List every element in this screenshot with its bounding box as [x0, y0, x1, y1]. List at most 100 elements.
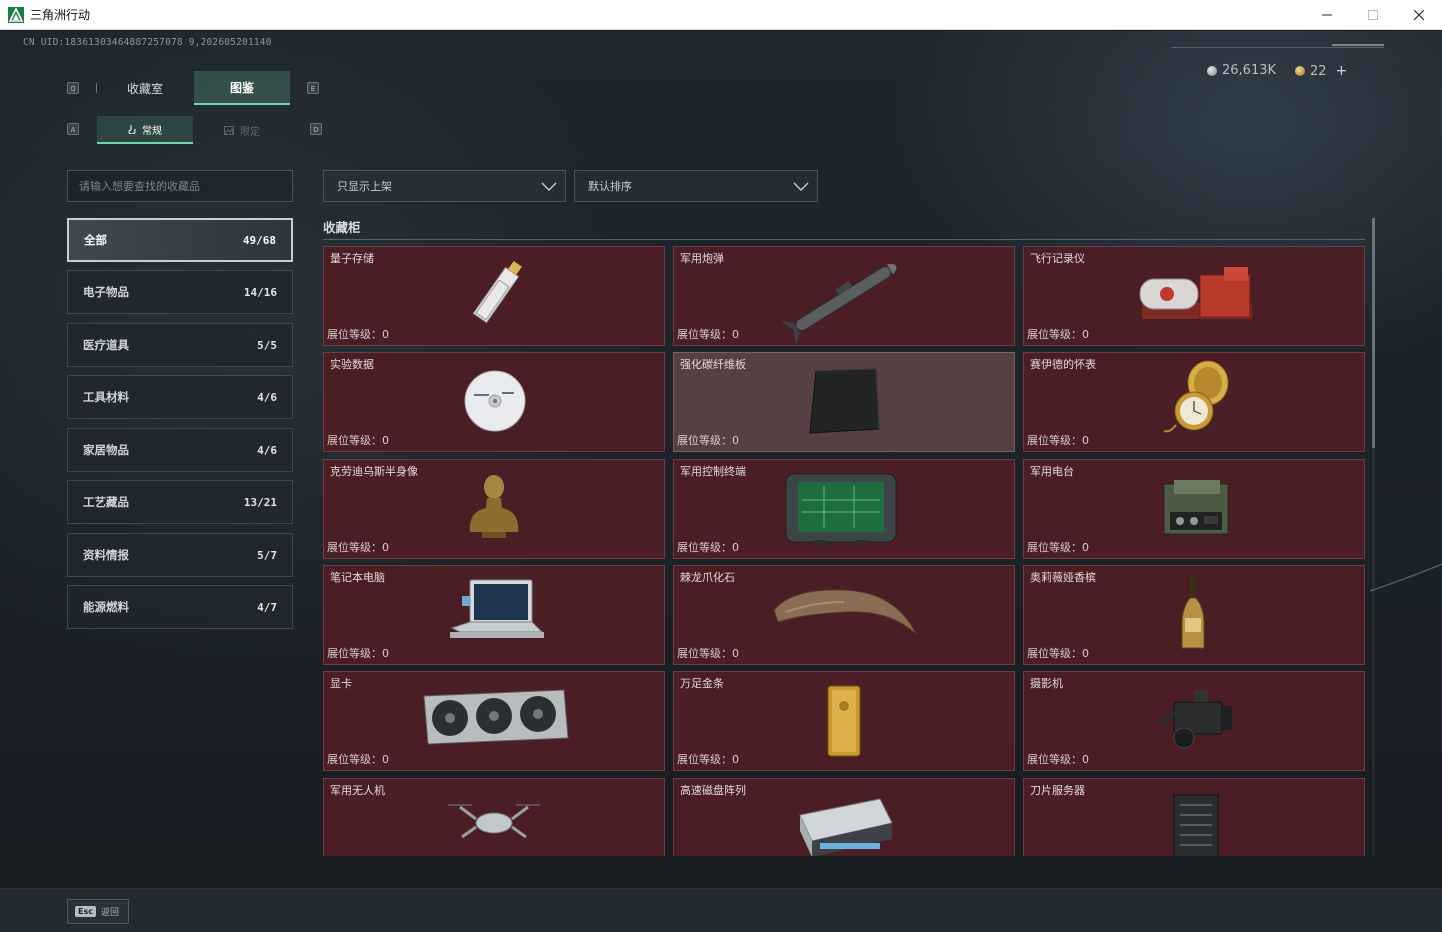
- item-name: 高速磁盘阵列: [680, 784, 746, 797]
- category-crafts[interactable]: 工艺藏品 13/21: [67, 480, 293, 524]
- item-card[interactable]: 高速磁盘阵列: [673, 778, 1015, 856]
- category-count: 13/21: [243, 495, 277, 509]
- silver-coin-icon: [1207, 65, 1217, 76]
- subtab-limited-label: 限定: [240, 126, 260, 138]
- scrollbar-thumb[interactable]: [1372, 218, 1375, 448]
- sort-value: 默认排序: [588, 180, 632, 193]
- sort-dropdown[interactable]: 默认排序: [574, 170, 818, 202]
- item-level: 展位等级：0: [1027, 541, 1089, 554]
- item-level: 展位等级：0: [677, 647, 739, 660]
- background-light-streak: [1369, 563, 1442, 592]
- item-name: 实验数据: [330, 358, 374, 371]
- item-card[interactable]: 刀片服务器: [1023, 778, 1365, 856]
- item-name: 量子存储: [330, 252, 374, 265]
- item-card[interactable]: 强化碳纤维板 展位等级：0: [673, 352, 1015, 452]
- item-card[interactable]: 棘龙爪化石 展位等级：0: [673, 565, 1015, 665]
- item-level: 展位等级：0: [327, 541, 389, 554]
- tab-next-key-hint: E: [307, 82, 319, 94]
- category-label: 全部: [84, 233, 107, 247]
- item-level: 展位等级：0: [677, 328, 739, 341]
- item-level: 展位等级：0: [327, 328, 389, 341]
- category-count: 4/7: [257, 600, 277, 614]
- category-count: 14/16: [243, 285, 277, 299]
- category-household[interactable]: 家居物品 4/6: [67, 428, 293, 472]
- search-input[interactable]: [67, 170, 293, 202]
- item-name: 飞行记录仪: [1030, 252, 1085, 265]
- item-name: 棘龙爪化石: [680, 571, 735, 584]
- item-name: 摄影机: [1030, 677, 1063, 690]
- category-intel[interactable]: 资料情报 5/7: [67, 533, 293, 577]
- hand-icon: [128, 125, 136, 134]
- minimize-button[interactable]: [1304, 0, 1350, 30]
- header-divider-accent: [1332, 44, 1384, 46]
- category-count: 5/7: [257, 548, 277, 562]
- item-level: 展位等级：0: [677, 434, 739, 447]
- category-count: 49/68: [242, 233, 276, 247]
- chevron-down-icon: [793, 182, 809, 191]
- category-count: 4/6: [257, 443, 277, 457]
- maximize-button[interactable]: [1350, 0, 1396, 30]
- item-name: 赛伊德的怀表: [1030, 358, 1096, 371]
- item-card[interactable]: 实验数据 展位等级：0: [323, 352, 665, 452]
- item-card[interactable]: 量子存储 展位等级：0: [323, 246, 665, 346]
- item-card[interactable]: 军用无人机: [323, 778, 665, 856]
- category-label: 医疗道具: [83, 338, 129, 352]
- tab-prev-key-hint: Q: [67, 82, 79, 94]
- category-all[interactable]: 全部 49/68: [67, 218, 293, 262]
- gold-coin-icon: [1295, 66, 1305, 76]
- subtab-prev-key-hint: A: [67, 123, 79, 135]
- back-button[interactable]: Esc 返回: [67, 899, 129, 924]
- item-level: 展位等级：0: [1027, 647, 1089, 660]
- item-card[interactable]: 军用控制终端 展位等级：0: [673, 459, 1015, 559]
- section-divider: [323, 239, 1365, 240]
- item-card[interactable]: 飞行记录仪 展位等级：0: [1023, 246, 1365, 346]
- item-level: 展位等级：0: [327, 753, 389, 766]
- footer-bar: Esc 返回: [0, 888, 1442, 932]
- category-medical[interactable]: 医疗道具 5/5: [67, 323, 293, 367]
- game-viewport: CN UID:18361303464887257078 9,2026052011…: [0, 31, 1442, 932]
- item-grid: 量子存储 展位等级：0 军用炮弹 展位等级：0 飞行记录仪 展位等级：0 实验数…: [323, 245, 1365, 856]
- item-card[interactable]: 军用电台 展位等级：0: [1023, 459, 1365, 559]
- item-level: 展位等级：0: [1027, 328, 1089, 341]
- item-card[interactable]: 军用炮弹 展位等级：0: [673, 246, 1015, 346]
- item-name: 刀片服务器: [1030, 784, 1085, 797]
- category-label: 资料情报: [83, 548, 129, 562]
- section-title: 收藏柜: [323, 220, 361, 235]
- subtab-regular-label: 常规: [142, 125, 162, 137]
- tab-collection-room[interactable]: 收藏室: [97, 71, 193, 105]
- category-count: 5/5: [257, 338, 277, 352]
- category-label: 工具材料: [83, 390, 129, 404]
- category-electronics[interactable]: 电子物品 14/16: [67, 270, 293, 314]
- category-energy[interactable]: 能源燃料 4/7: [67, 585, 293, 629]
- item-card[interactable]: 万足金条 展位等级：0: [673, 671, 1015, 771]
- minimize-icon: [1322, 14, 1332, 16]
- tab-catalog[interactable]: 图鉴: [194, 71, 290, 105]
- item-level: 展位等级：0: [677, 541, 739, 554]
- silver-currency-value: 26,613K: [1222, 63, 1277, 78]
- item-card[interactable]: 摄影机 展位等级：0: [1023, 671, 1365, 771]
- item-card[interactable]: 笔记本电脑 展位等级：0: [323, 565, 665, 665]
- item-card[interactable]: 显卡 展位等级：0: [323, 671, 665, 771]
- category-label: 能源燃料: [83, 600, 129, 614]
- close-icon: [1414, 10, 1424, 20]
- item-card[interactable]: 克劳迪乌斯半身像 展位等级：0: [323, 459, 665, 559]
- subtab-limited[interactable]: 限定: [194, 116, 290, 144]
- category-tools[interactable]: 工具材料 4/6: [67, 375, 293, 419]
- item-level: 展位等级：0: [327, 647, 389, 660]
- subtab-regular[interactable]: 常规: [97, 116, 193, 144]
- item-name: 万足金条: [680, 677, 724, 690]
- item-name: 笔记本电脑: [330, 571, 385, 584]
- item-card[interactable]: 赛伊德的怀表 展位等级：0: [1023, 352, 1365, 452]
- item-name: 奥莉薇娅香槟: [1030, 571, 1096, 584]
- item-name: 军用电台: [1030, 465, 1074, 478]
- add-currency-button[interactable]: +: [1336, 63, 1348, 79]
- availability-filter-dropdown[interactable]: 只显示上架: [323, 170, 566, 202]
- item-level: 展位等级：0: [1027, 753, 1089, 766]
- item-name: 克劳迪乌斯半身像: [330, 465, 418, 478]
- close-button[interactable]: [1396, 0, 1442, 30]
- item-level: 展位等级：0: [1027, 434, 1089, 447]
- window-title: 三角洲行动: [30, 8, 91, 22]
- user-uid: CN UID:18361303464887257078 9,2026052011…: [23, 37, 272, 48]
- item-card[interactable]: 奥莉薇娅香槟 展位等级：0: [1023, 565, 1365, 665]
- maximize-icon: [1368, 10, 1378, 20]
